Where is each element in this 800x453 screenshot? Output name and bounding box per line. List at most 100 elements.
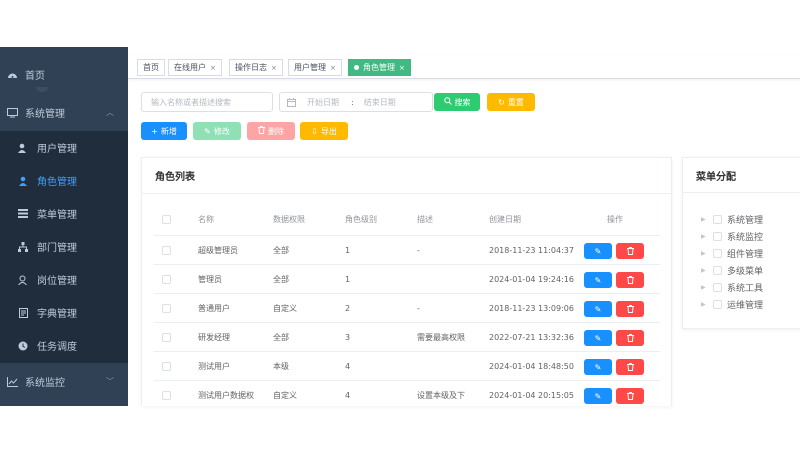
caret-right-icon[interactable]: ▶ — [701, 267, 709, 274]
menu-assign-title: 菜单分配 — [683, 158, 800, 193]
cell-level: 3 — [345, 332, 351, 342]
tree-node-checkbox[interactable] — [713, 300, 722, 309]
sidebar-item-system[interactable]: 系统管理 ︿ — [0, 96, 128, 129]
caret-right-icon[interactable]: ▶ — [701, 301, 709, 308]
row-checkbox[interactable] — [162, 303, 171, 313]
tag-operation-log[interactable]: 操作日志 × — [229, 59, 283, 76]
tree-node[interactable]: ▶ 组件管理 — [701, 245, 763, 262]
row-delete-button[interactable] — [616, 272, 644, 288]
sidebar-item-monitor[interactable]: 系统监控 ﹀ — [0, 365, 128, 398]
column-header[interactable]: 创建日期 — [489, 204, 521, 235]
tree-node[interactable]: ▶ 系统工具 — [701, 279, 763, 296]
row-delete-button[interactable] — [616, 359, 644, 375]
tree-node-label: 运维管理 — [727, 301, 764, 311]
row-delete-button[interactable] — [616, 301, 644, 317]
sidebar-item-depts[interactable]: 部门管理 — [0, 230, 128, 263]
edit-icon: ✎ — [594, 333, 602, 343]
row-delete-button[interactable] — [616, 243, 644, 259]
sidebar-item-jobs[interactable]: 任务调度 — [0, 329, 128, 362]
cell-desc: 需要最高权限 — [417, 332, 465, 342]
table-row[interactable]: 普通用户 自定义 2 - 2018-11-23 13:09:06 ✎ — [154, 294, 660, 323]
row-checkbox[interactable] — [162, 274, 171, 284]
cell-created: 2024-01-04 20:15:05 — [489, 390, 574, 400]
select-all-checkbox[interactable] — [162, 215, 171, 224]
close-icon[interactable]: × — [210, 64, 216, 72]
row-edit-button[interactable]: ✎ — [584, 272, 612, 288]
row-delete-button[interactable] — [616, 330, 644, 346]
cell-level: 1 — [345, 245, 351, 255]
sidebar-item-roles[interactable]: 角色管理 — [0, 164, 128, 197]
caret-right-icon[interactable]: ▶ — [701, 250, 709, 257]
row-edit-button[interactable]: ✎ — [584, 330, 612, 346]
tag-role-management[interactable]: 角色管理 × — [348, 59, 411, 76]
tree-node-checkbox[interactable] — [713, 249, 722, 258]
tree-node[interactable]: ▶ 系统管理 — [701, 211, 763, 228]
date-range-picker[interactable]: 开始日期 : 结束日期 — [279, 92, 433, 112]
caret-right-icon[interactable]: ▶ — [701, 284, 709, 291]
table-row[interactable]: 测试用户 本级 4 2024-01-04 18:48:50 ✎ — [154, 352, 660, 381]
cell-created: 2022-07-21 13:32:36 — [489, 332, 574, 342]
row-edit-button[interactable]: ✎ — [584, 388, 612, 404]
sidebar-item-home[interactable]: 首页 — [0, 58, 128, 91]
delete-button[interactable]: 删除 — [247, 122, 295, 140]
sidebar-item-label: 部门管理 — [37, 243, 77, 254]
refresh-icon: ↻ — [498, 97, 505, 107]
add-button[interactable]: + 新增 — [141, 122, 187, 140]
sidebar-item-menus[interactable]: 菜单管理 — [0, 197, 128, 230]
cell-scope: 自定义 — [273, 390, 297, 400]
download-icon: ⇩ — [311, 126, 318, 136]
row-edit-button[interactable]: ✎ — [584, 301, 612, 317]
row-edit-button[interactable]: ✎ — [584, 359, 612, 375]
role-table: 名称 数据权限 角色级别 描述 创建日期 操作 超级管理员 全部 1-2018-11… — [154, 204, 660, 406]
table-row[interactable]: 超级管理员 全部 1 - 2018-11-23 11:04:37 ✎ — [154, 236, 660, 265]
close-icon[interactable]: × — [399, 64, 405, 72]
tag-online-users[interactable]: 在线用户 × — [168, 59, 222, 76]
trash-icon — [258, 126, 265, 136]
end-date-field[interactable]: 结束日期 — [364, 97, 396, 108]
tree-node-checkbox[interactable] — [713, 283, 722, 292]
table-row[interactable]: 测试用户数据权 自定义 4 设置本级及下 2024-01-04 20:15:05 ✎ — [154, 381, 660, 406]
tree-node[interactable]: ▶ 系统监控 — [701, 228, 763, 245]
tree-node[interactable]: ▶ 多级菜单 — [701, 262, 763, 279]
tree-node-label: 系统监控 — [727, 233, 764, 243]
tree-node-checkbox[interactable] — [713, 215, 722, 224]
tag-home[interactable]: 首页 — [137, 59, 165, 76]
peoples-icon — [17, 175, 29, 187]
table-row[interactable]: 管理员 全部 1 2024-01-04 19:24:16 ✎ — [154, 265, 660, 294]
sidebar-item-label: 系统监控 — [25, 378, 65, 389]
reset-button[interactable]: ↻ 重置 — [487, 93, 535, 111]
close-icon[interactable]: × — [330, 64, 336, 72]
column-header[interactable]: 数据权限 — [273, 204, 305, 235]
export-button[interactable]: ⇩ 导出 — [300, 122, 348, 140]
row-edit-button[interactable]: ✎ — [584, 243, 612, 259]
start-date-field[interactable]: 开始日期 — [307, 97, 339, 108]
sidebar-item-posts[interactable]: 岗位管理 — [0, 263, 128, 296]
tree-node[interactable]: ▶ 运维管理 — [701, 296, 763, 313]
row-checkbox[interactable] — [162, 390, 171, 400]
row-checkbox[interactable] — [162, 361, 171, 371]
tag-user-management[interactable]: 用户管理 × — [288, 59, 342, 76]
row-delete-button[interactable] — [616, 388, 644, 404]
table-row[interactable]: 研发经理 全部 3 需要最高权限 2022-07-21 13:32:36 ✎ — [154, 323, 660, 352]
search-button[interactable]: 搜索 — [434, 93, 480, 111]
cell-level: 2 — [345, 303, 351, 313]
caret-right-icon[interactable]: ▶ — [701, 216, 709, 223]
trash-icon — [626, 392, 634, 400]
cell-created: 2024-01-04 18:48:50 — [489, 361, 574, 371]
sidebar-item-dicts[interactable]: 字典管理 — [0, 296, 128, 329]
row-checkbox[interactable] — [162, 332, 171, 342]
edit-icon: ✎ — [594, 362, 602, 372]
cell-desc: - — [417, 245, 420, 255]
system-submenu: 用户管理 角色管理 菜单管理 部门管理 岗位管理 字典管理 任务调度 — [0, 131, 128, 363]
tree-node-checkbox[interactable] — [713, 266, 722, 275]
sidebar-item-users[interactable]: 用户管理 — [0, 131, 128, 164]
cell-scope: 自定义 — [273, 303, 297, 313]
column-header[interactable]: 角色级别 — [345, 204, 377, 235]
caret-right-icon[interactable]: ▶ — [701, 233, 709, 240]
tree-node-checkbox[interactable] — [713, 232, 722, 241]
keyword-search-input[interactable]: 输入名称或者描述搜索 — [141, 92, 273, 112]
column-header[interactable]: 名称 — [198, 204, 214, 235]
edit-button[interactable]: ✎ 修改 — [193, 122, 241, 140]
row-checkbox[interactable] — [162, 245, 171, 255]
close-icon[interactable]: × — [271, 64, 277, 72]
